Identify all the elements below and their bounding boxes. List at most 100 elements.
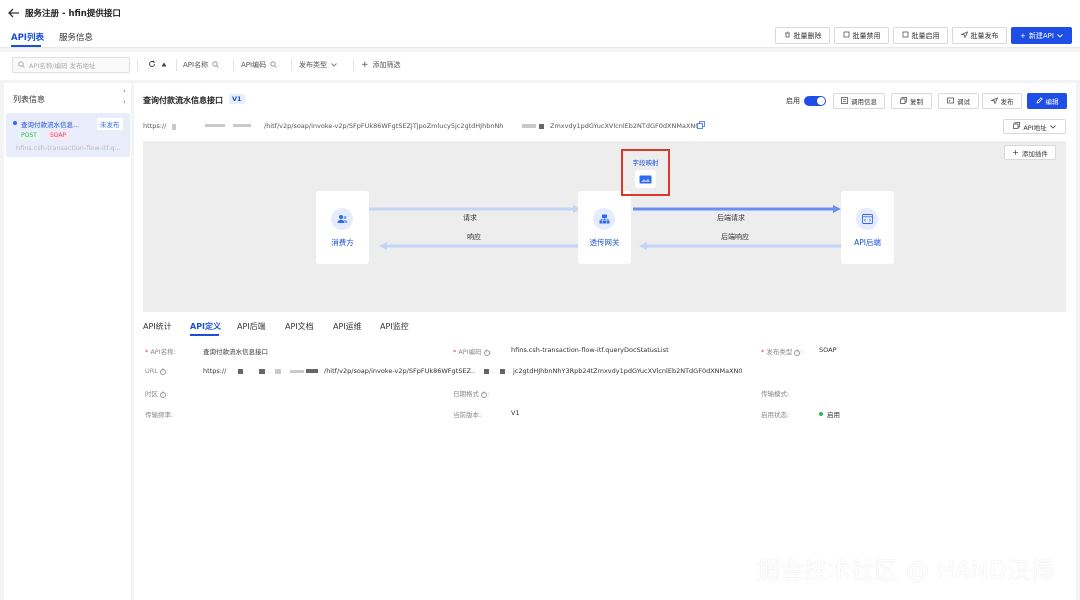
batch-enable-label: 批量启用 <box>911 31 940 40</box>
tab-api-list[interactable]: API列表 <box>11 31 44 43</box>
backend-request-arrowhead <box>833 205 841 213</box>
help-icon[interactable]: ? <box>159 369 166 375</box>
send-icon <box>959 31 968 40</box>
publish-button[interactable]: 发布 <box>982 93 1022 109</box>
search-icon <box>212 60 219 70</box>
enable-status-text: 启用 <box>827 411 840 419</box>
help-icon[interactable]: ? <box>794 350 801 356</box>
chevron-down-icon <box>1057 32 1063 40</box>
help-icon[interactable]: ? <box>160 392 166 398</box>
label-text: 时区 <box>145 390 158 398</box>
backend-node[interactable]: API后端 <box>841 191 894 264</box>
transfer-freq-field-label: 传输频率: <box>145 411 174 419</box>
current-version-value: V1 <box>511 409 520 417</box>
batch-publish-button[interactable]: 批量发布 <box>952 27 1007 44</box>
batch-delete-button[interactable]: 批量删除 <box>775 27 830 44</box>
edit-button[interactable]: 编辑 <box>1027 93 1067 109</box>
batch-enable-button[interactable]: 批量启用 <box>893 27 948 44</box>
enable-toggle[interactable] <box>804 96 826 106</box>
list-item-name: 查询付款流水信息... <box>21 121 80 129</box>
back-arrow-icon[interactable] <box>8 7 20 19</box>
redacted-block <box>275 369 281 374</box>
chevron-left-icon[interactable]: ‹ <box>123 87 126 95</box>
edit-label: 编辑 <box>1045 98 1059 106</box>
api-url: https:// /hitf/v2p/soap/invoke-v2p/SFpFU… <box>143 122 733 132</box>
list-item[interactable]: 查询付款流水信息... 未发布 POST SOAP hfins.csh-tran… <box>6 113 130 157</box>
batch-disable-button[interactable]: 批量禁用 <box>834 27 889 44</box>
new-api-label: 新建API <box>1028 31 1054 40</box>
url-field-label: URL?: <box>145 367 169 375</box>
api-code-field-label: * API编码?: <box>453 348 492 356</box>
api-name-value: 查询付款流水信息接口 <box>203 348 268 356</box>
publish-label: 发布 <box>1000 98 1014 106</box>
status-dot <box>819 412 823 416</box>
url-value-path: /hitf/v2p/soap/invoke-v2p/SFpFUk86WFgtSE… <box>324 367 476 375</box>
refresh-button[interactable] <box>148 57 156 73</box>
flow-canvas: + 添加插件 请求 响应 后端请求 后端响应 消费方 透传网关 API后端 字段… <box>143 141 1066 312</box>
redacted-block <box>205 124 225 127</box>
protocol-tag: SOAP <box>47 131 70 140</box>
field-mapping-plugin[interactable]: 字段映射 <box>621 149 670 196</box>
search-icon <box>270 60 277 70</box>
chevron-down-icon <box>1049 123 1056 131</box>
current-version-field-label: 当前版本: <box>453 411 482 419</box>
search-placeholder: API名称/编码 发布地址 <box>29 62 96 70</box>
tab-api-definition[interactable]: API定义 <box>190 321 221 332</box>
label-text: 发布类型 <box>766 348 793 356</box>
help-icon[interactable]: ? <box>483 350 490 356</box>
top-bar: 服务注册 - hfin提供接口 <box>0 0 1080 26</box>
divider <box>233 59 234 71</box>
tab-api-ops[interactable]: API运维 <box>333 321 362 332</box>
tab-api-backend[interactable]: API后端 <box>237 321 266 332</box>
code-window-icon <box>856 208 878 230</box>
enable-label: 启用 <box>786 97 800 105</box>
tab-service-info[interactable]: 服务信息 <box>59 31 93 43</box>
redacted-block <box>539 124 544 129</box>
disable-icon <box>843 31 850 40</box>
url-prefix: https:// <box>143 122 167 130</box>
redacted-block <box>259 369 265 374</box>
required-mark: * <box>453 348 457 356</box>
debug-button[interactable]: 调试 <box>938 93 979 109</box>
copy-url-icon[interactable] <box>697 121 705 131</box>
url-path: /hitf/v2p/soap/invoke-v2p/SFpFUk86WFgtSE… <box>264 122 504 130</box>
api-name-filter[interactable]: API名称 <box>183 57 219 73</box>
gateway-label: 透传网关 <box>589 238 620 247</box>
consumer-node[interactable]: 消费方 <box>316 191 369 264</box>
tab-api-docs[interactable]: API文档 <box>285 321 314 332</box>
date-format-field-label: 日期格式?: <box>453 390 490 398</box>
sort-button[interactable] <box>161 57 167 73</box>
publish-type-filter-label: 发布类型 <box>299 61 327 69</box>
chevron-right-icon[interactable]: › <box>123 98 126 106</box>
copy-icon <box>900 96 907 106</box>
active-tab-indicator <box>190 334 219 336</box>
consumer-label: 消费方 <box>331 238 354 247</box>
search-icon <box>18 60 25 70</box>
api-name-filter-label: API名称 <box>183 61 209 69</box>
api-title: 查询付款流水信息接口 <box>143 96 223 105</box>
batch-publish-label: 批量发布 <box>970 31 999 40</box>
help-icon[interactable]: ? <box>481 392 487 398</box>
enable-status-value: 启用 <box>819 409 840 419</box>
tab-api-monitor[interactable]: API监控 <box>380 321 409 332</box>
url-tail: Zmxvdy1pdGYucXVlcnlEb2NTdGF0dXNMaXN0 <box>550 122 700 130</box>
search-input[interactable]: API名称/编码 发布地址 <box>12 57 130 73</box>
copy-button[interactable]: 复制 <box>891 93 932 109</box>
gateway-node[interactable]: 透传网关 <box>578 191 631 264</box>
add-filter-button[interactable]: + 添加筛选 <box>361 57 401 73</box>
divider <box>291 59 292 71</box>
redacted-block <box>522 124 536 128</box>
divider <box>176 59 177 71</box>
call-info-button[interactable]: 调用信息 <box>833 93 885 109</box>
api-code-filter[interactable]: API编码 <box>241 57 277 73</box>
api-address-dropdown[interactable]: API地址 <box>1003 119 1066 134</box>
publish-type-filter[interactable]: 发布类型 <box>299 57 337 73</box>
caret-up-icon <box>161 61 167 69</box>
copy-icon <box>1013 122 1021 131</box>
tab-api-stats[interactable]: API统计 <box>143 321 172 332</box>
divider <box>353 59 354 71</box>
redacted-block <box>238 369 243 374</box>
method-tag: POST <box>18 131 40 140</box>
new-api-button[interactable]: + 新建API <box>1011 27 1072 44</box>
mapping-icon <box>635 170 656 188</box>
